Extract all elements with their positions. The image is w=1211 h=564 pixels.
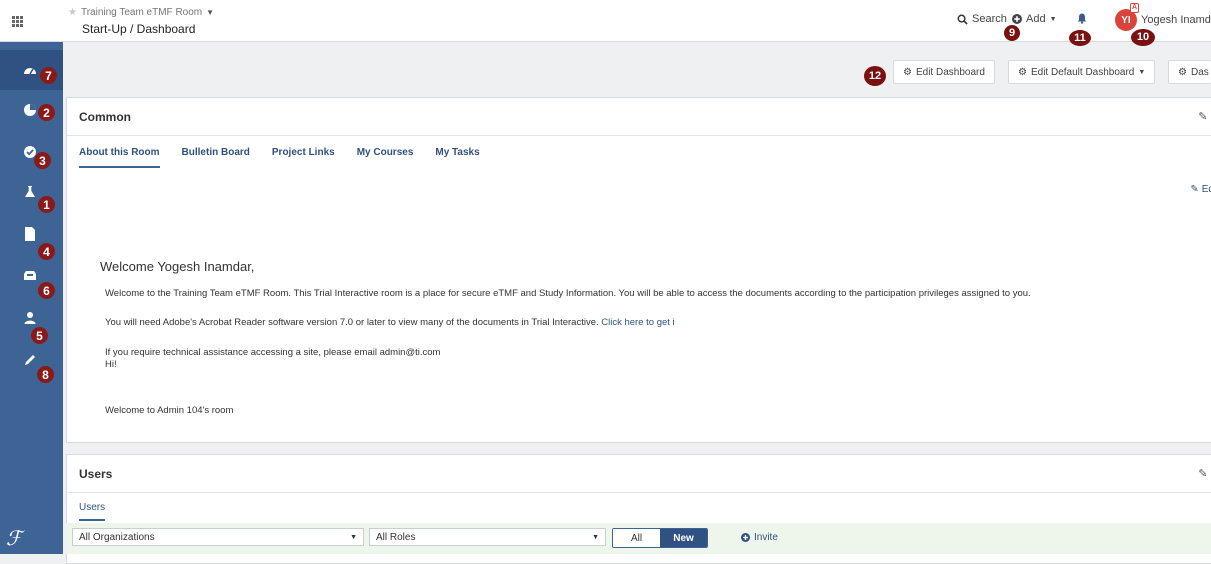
callout-8: 8 xyxy=(37,366,54,383)
acrobat-paragraph: You will need Adobe's Acrobat Reader sof… xyxy=(105,317,675,328)
tab-bulletin-board[interactable]: Bulletin Board xyxy=(182,147,250,168)
sidebar: ℱ xyxy=(0,42,63,554)
flask-icon xyxy=(25,186,35,197)
greeting-text: Hi! xyxy=(105,359,117,370)
callout-4: 4 xyxy=(38,243,55,260)
plus-circle-icon xyxy=(1012,14,1022,24)
common-tabs: About this Room Bulletin Board Project L… xyxy=(79,147,480,168)
page-title: Start-Up / Dashboard xyxy=(82,22,196,36)
callout-1: 1 xyxy=(38,196,55,213)
avatar[interactable]: YI A xyxy=(1115,3,1139,31)
user-name: Yogesh Inamda xyxy=(1141,14,1211,26)
common-panel-title: Common xyxy=(79,110,131,124)
plus-circle-icon xyxy=(741,533,750,542)
edit-dashboard-button[interactable]: ⚙ Edit Dashboard xyxy=(893,60,995,84)
apps-grid-icon[interactable] xyxy=(0,0,35,42)
invite-button[interactable]: Invite xyxy=(741,532,778,543)
welcome-paragraph: Welcome to the Training Team eTMF Room. … xyxy=(105,288,1031,299)
pencil-icon[interactable]: ✎ xyxy=(1198,110,1207,123)
callout-5: 5 xyxy=(31,327,48,344)
tab-project-links[interactable]: Project Links xyxy=(272,147,335,168)
acrobat-download-link[interactable]: Click here to get i xyxy=(601,317,674,328)
pencil-icon[interactable]: ✎ xyxy=(1198,467,1207,480)
dashboards-label: Das xyxy=(1190,66,1209,78)
edit-default-dashboard-button[interactable]: ⚙ Edit Default Dashboard ▼ xyxy=(1008,60,1156,84)
dashboards-button[interactable]: ⚙ Das xyxy=(1168,60,1211,84)
toggle-new[interactable]: New xyxy=(660,529,707,547)
users-panel-title: Users xyxy=(79,467,113,481)
search-button[interactable]: Search xyxy=(957,13,1007,25)
gear-icon: ⚙ xyxy=(903,66,912,78)
common-panel-header: Common ✎ ⁑ xyxy=(67,98,1211,136)
callout-9: 9 xyxy=(1004,25,1020,41)
tab-users[interactable]: Users xyxy=(79,502,106,521)
acrobat-text: You will need Adobe's Acrobat Reader sof… xyxy=(105,317,602,328)
pencil-icon xyxy=(25,355,35,365)
pencil-icon: ✎ xyxy=(1190,184,1199,195)
bell-icon xyxy=(1077,13,1087,24)
support-paragraph: If you require technical assistance acce… xyxy=(105,347,441,358)
tab-my-tasks[interactable]: My Tasks xyxy=(435,147,479,168)
invite-label: Invite xyxy=(754,532,778,543)
room-name: Training Team eTMF Room xyxy=(80,7,203,18)
panel-tools: ✎ ⁑ xyxy=(1198,467,1211,480)
gear-icon: ⚙ xyxy=(1018,66,1027,78)
callout-2: 2 xyxy=(38,104,55,121)
edit-default-dashboard-label: Edit Default Dashboard xyxy=(1030,66,1135,78)
file-icon xyxy=(25,227,35,241)
admin-badge: A xyxy=(1129,3,1139,13)
edit-link[interactable]: ✎ Edit xyxy=(1190,184,1211,195)
callout-11: 11 xyxy=(1069,30,1091,46)
organization-select-value: All Organizations xyxy=(79,531,155,543)
chevron-down-icon: ▼ xyxy=(1138,68,1146,76)
dashboard-icon xyxy=(24,68,36,75)
callout-10: 10 xyxy=(1131,29,1155,46)
search-label: Search xyxy=(972,13,1007,25)
logo-icon: ℱ xyxy=(6,526,22,550)
panel-tools: ✎ ⁑ xyxy=(1198,110,1211,123)
add-button[interactable]: Add ▼ xyxy=(1012,13,1057,25)
tab-about-this-room[interactable]: About this Room xyxy=(79,147,160,168)
room-switcher[interactable]: ★ Training Team eTMF Room ▼ xyxy=(68,7,214,18)
users-icon xyxy=(24,312,36,324)
add-label: Add xyxy=(1026,13,1046,25)
role-select[interactable]: All Roles ▼ xyxy=(369,528,606,546)
room-welcome-text: Welcome to Admin 104's room xyxy=(105,405,234,416)
sidebar-item-approvals[interactable] xyxy=(0,132,63,172)
callout-3: 3 xyxy=(34,152,51,169)
toggle-all[interactable]: All xyxy=(613,529,660,547)
star-icon[interactable]: ★ xyxy=(68,7,77,18)
gear-icon: ⚙ xyxy=(1178,66,1187,78)
callout-7: 7 xyxy=(40,67,57,84)
chevron-down-icon: ▼ xyxy=(350,533,357,541)
pie-chart-icon xyxy=(24,104,36,116)
callout-6: 6 xyxy=(38,282,55,299)
callout-12: 12 xyxy=(864,66,886,86)
top-bar: ★ Training Team eTMF Room ▼ Start-Up / D… xyxy=(0,0,1211,42)
welcome-heading: Welcome Yogesh Inamdar, xyxy=(100,259,255,274)
organization-select[interactable]: All Organizations ▼ xyxy=(72,528,364,546)
user-menu[interactable]: YI A Yogesh Inamda xyxy=(1115,3,1211,31)
search-icon xyxy=(957,14,968,25)
user-filter-toggle: All New xyxy=(612,528,708,548)
users-panel-header: Users ✎ ⁑ xyxy=(67,455,1211,493)
edit-dashboard-label: Edit Dashboard xyxy=(915,66,985,78)
notifications-button[interactable] xyxy=(1077,13,1087,24)
role-select-value: All Roles xyxy=(376,531,416,543)
tab-my-courses[interactable]: My Courses xyxy=(357,147,414,168)
inbox-icon xyxy=(24,271,36,280)
chevron-down-icon: ▼ xyxy=(592,533,599,541)
edit-label: Edit xyxy=(1201,184,1211,195)
chevron-down-icon: ▼ xyxy=(1049,15,1057,23)
chevron-down-icon: ▼ xyxy=(206,8,215,17)
avatar-initials: YI xyxy=(1121,14,1131,26)
common-panel: Common ✎ ⁑ About this Room Bulletin Boar… xyxy=(66,97,1211,443)
